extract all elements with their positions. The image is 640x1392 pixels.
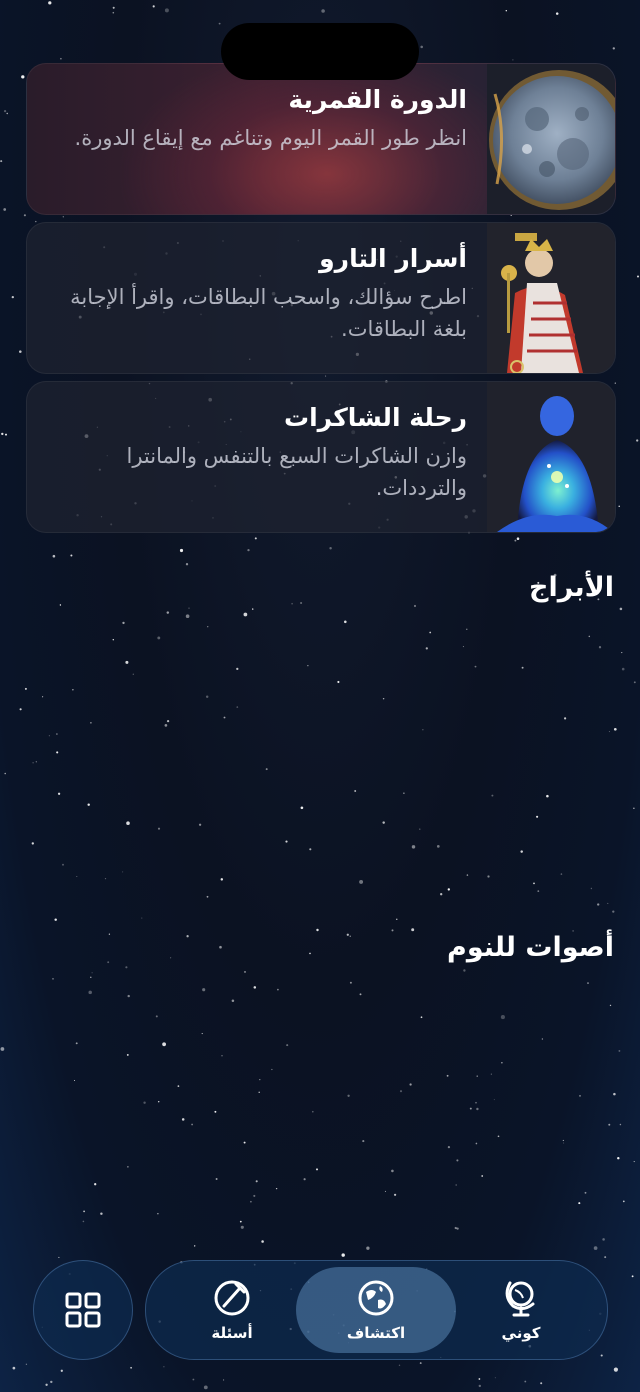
card-title: رحلة الشاكرات xyxy=(283,403,467,432)
section-title-sleep-sounds: أصوات للنوم xyxy=(447,932,614,963)
tab-label: كوني xyxy=(501,1324,541,1342)
tab-label: اكتشاف xyxy=(346,1324,406,1342)
tab-questions[interactable]: أسئلة xyxy=(152,1267,312,1353)
compass-pen-icon xyxy=(214,1280,250,1316)
card-description: انظر طور القمر اليوم وتناغم مع إيقاع الد… xyxy=(74,126,467,150)
grid-icon xyxy=(65,1292,101,1328)
card-description: اطرح سؤالك، واسحب البطاقات، واقرأ الإجاب… xyxy=(70,285,467,341)
card-tarot[interactable]: أسرار التارو اطرح سؤالك، واسحب البطاقات،… xyxy=(26,222,616,374)
tab-my-cosmos[interactable]: كوني xyxy=(441,1267,601,1353)
card-lunar-cycle[interactable]: الدورة القمرية انظر طور القمر اليوم وتنا… xyxy=(26,63,616,215)
card-chakra-journey[interactable]: رحلة الشاكرات وازن الشاكرات السبع بالتنف… xyxy=(26,381,616,533)
menu-grid-button[interactable] xyxy=(33,1260,133,1360)
chakra-figure-icon xyxy=(487,382,615,532)
desk-globe-icon xyxy=(505,1281,535,1317)
device-notch xyxy=(221,23,419,80)
card-description: وازن الشاكرات السبع بالتنفس والمانترا وا… xyxy=(126,444,467,500)
section-title-zodiac: الأبراج xyxy=(528,572,614,603)
card-title: أسرار التارو xyxy=(319,244,467,273)
tab-bar: أسئلة اكتشاف كوني xyxy=(145,1260,608,1360)
tab-label: أسئلة xyxy=(211,1324,253,1342)
card-title: الدورة القمرية xyxy=(288,85,467,114)
tab-discover[interactable]: اكتشاف xyxy=(296,1267,456,1353)
globe-icon xyxy=(358,1280,394,1316)
tarot-card-icon xyxy=(487,223,615,373)
moon-icon xyxy=(487,64,615,214)
